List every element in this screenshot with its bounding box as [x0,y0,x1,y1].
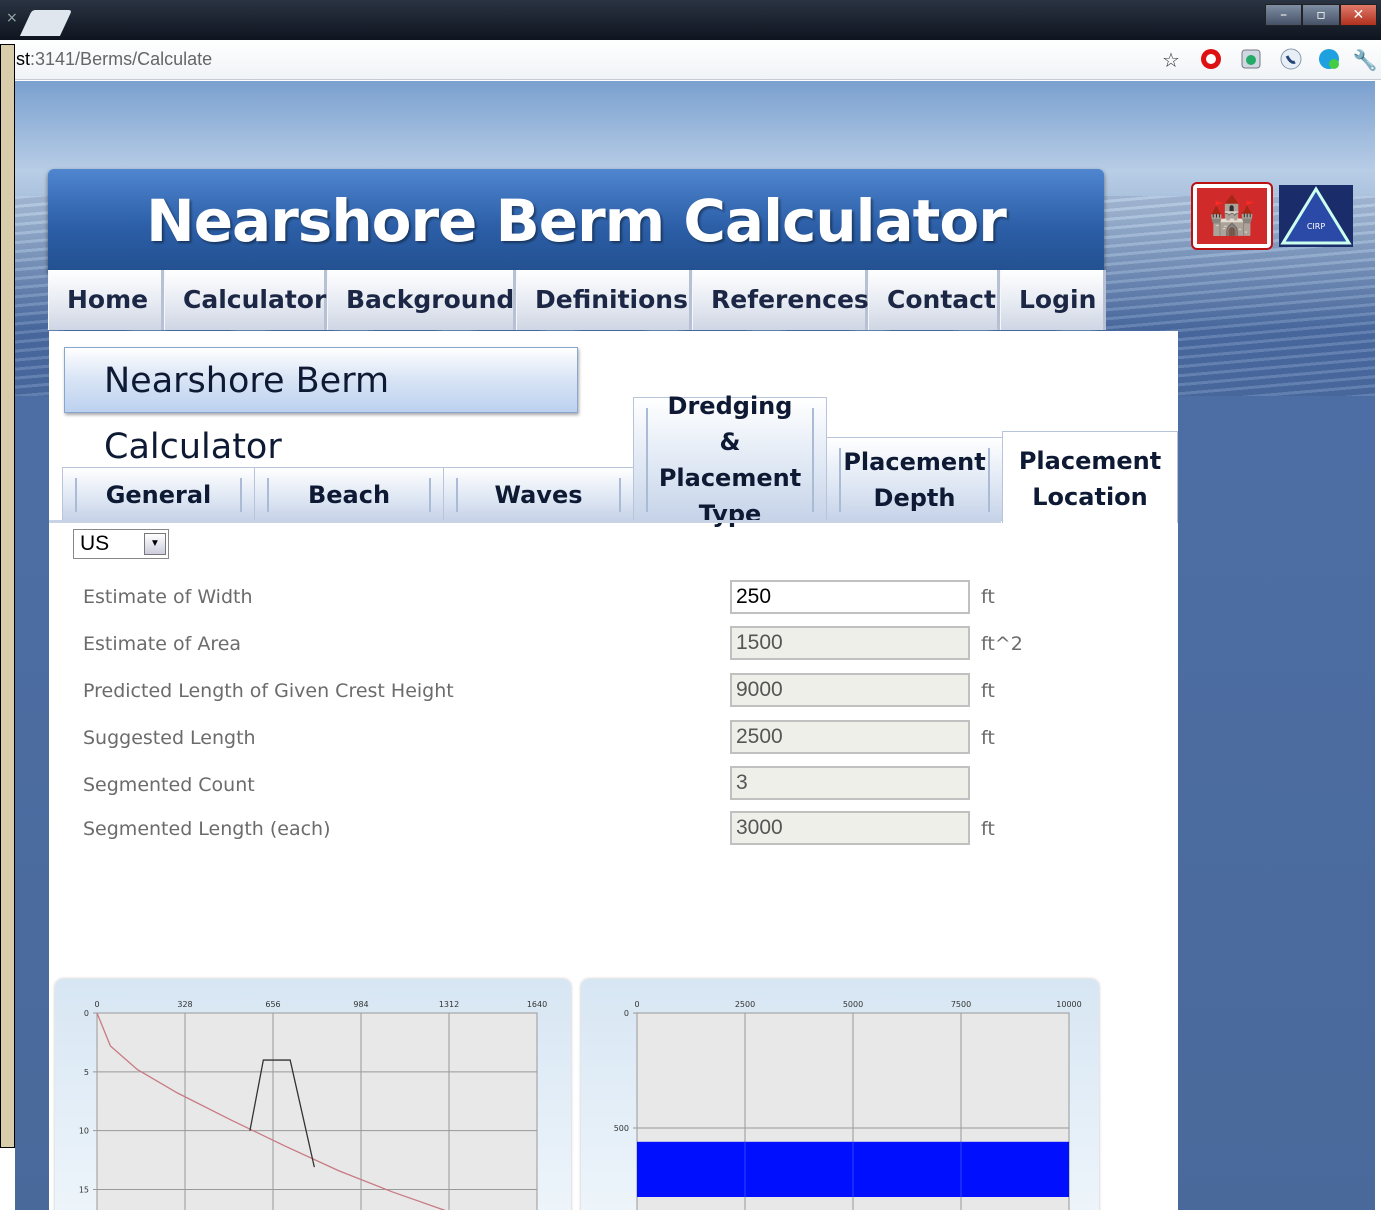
nav-contact[interactable]: Contact [868,270,1000,330]
x-tick-label: 0 [94,1000,99,1009]
browser-title-bar: × – ▫ ✕ [0,0,1381,40]
address-bar[interactable]: st:3141/Berms/Calculate ☆ 🔧 [0,40,1381,80]
tab-general[interactable]: General [62,467,255,521]
skype-icon[interactable] [1316,47,1342,73]
x-tick-label: 656 [265,1000,280,1009]
tab-beach-label: Beach [267,478,431,512]
tab-placement-depth-label: Placement Depth [839,448,990,512]
predicted-length-unit: ft [981,680,995,702]
url-path: :3141/Berms/Calculate [30,49,213,69]
x-tick-label: 5000 [843,1000,863,1009]
suggested-length-unit: ft [981,727,995,749]
y-tick-label: 500 [614,1124,629,1133]
window-controls: – ▫ ✕ [1265,4,1377,26]
tab-placement-depth[interactable]: Placement Depth [826,437,1003,521]
site-title: Nearshore Berm Calculator [146,187,1007,255]
url-text[interactable]: st:3141/Berms/Calculate [16,49,212,70]
segmented-length-unit: ft [981,818,995,840]
opera-icon[interactable] [1198,47,1224,73]
tab-waves-label: Waves [456,478,621,512]
nav-background[interactable]: Background [327,270,516,330]
area-input[interactable]: 1500 [730,626,970,660]
x-tick-label: 10000 [1056,1000,1081,1009]
profile-chart: 0 328 656 984 1312 1640 0 5 10 15 [79,1000,547,1210]
segmented-count-input[interactable]: 3 [730,766,970,800]
y-tick-label: 5 [84,1068,89,1077]
field-label-predicted-length: Predicted Length of Given Crest Height [83,680,454,702]
nav-login[interactable]: Login [1000,270,1106,330]
maximize-icon[interactable]: ▫ [1302,4,1340,26]
x-tick-label: 2500 [735,1000,755,1009]
tab-placement-location[interactable]: Placement Location [1002,431,1178,523]
area-unit: ft^2 [981,633,1023,655]
left-side-panel [0,44,15,1148]
field-label-segmented-length: Segmented Length (each) [83,818,331,840]
phone-icon[interactable] [1278,47,1304,73]
tab-placement-location-label: Placement Location [1018,446,1162,511]
chevron-down-icon[interactable]: ▼ [144,533,166,555]
unit-select-value: US [80,532,110,555]
tab-beach[interactable]: Beach [254,467,444,521]
close-tab-icon[interactable]: × [6,10,18,26]
plan-chart-frame: 02500500075001000005001000 [581,979,1099,1210]
x-tick-label: 1312 [439,1000,459,1009]
field-label-segmented-count: Segmented Count [83,774,255,796]
width-unit: ft [981,586,995,608]
tab-strip-divider [49,520,1001,523]
nav-home[interactable]: Home [48,270,164,330]
nav-references[interactable]: References [692,270,869,330]
segmented-length-input[interactable]: 3000 [730,811,970,845]
predicted-length-input[interactable]: 9000 [730,673,970,707]
y-tick-label: 0 [624,1009,629,1018]
x-tick-label: 328 [177,1000,192,1009]
profile-chart-frame: 0 328 656 984 1312 1640 0 5 10 15 [55,979,571,1210]
y-tick-label: 0 [84,1009,89,1018]
plot-area [96,1012,538,1210]
y-tick-label: 15 [79,1185,89,1194]
unit-select[interactable]: US ▼ [73,529,169,559]
extension-icon[interactable] [1238,47,1264,73]
field-label-suggested-length: Suggested Length [83,727,256,749]
castle-logo-icon[interactable]: 🏰 [1191,182,1273,250]
x-tick-label: 984 [353,1000,368,1009]
nav-definitions[interactable]: Definitions [516,270,692,330]
x-tick-label: 0 [634,1000,639,1009]
browser-tab[interactable] [19,10,73,36]
main-nav: Home Calculator Background Definitions R… [48,270,1106,330]
x-tick-label: 1640 [527,1000,547,1009]
suggested-length-input[interactable]: 2500 [730,720,970,754]
page-title: Nearshore Berm Calculator [64,347,578,467]
star-icon[interactable]: ☆ [1158,47,1184,73]
page-background: Nearshore Berm Calculator 🏰 CIRP Home Ca… [15,81,1375,1210]
cirp-logo-text: CIRP [1307,222,1326,231]
close-window-icon[interactable]: ✕ [1339,4,1377,26]
x-tick-label: 7500 [951,1000,971,1009]
nav-calculator[interactable]: Calculator [164,270,327,330]
field-label-width: Estimate of Width [83,586,253,608]
cirp-logo-icon[interactable]: CIRP [1279,185,1353,247]
tab-dredging-placement-type[interactable]: Dredging & Placement Type [633,392,827,528]
y-tick-label: 10 [79,1127,89,1136]
tab-waves[interactable]: Waves [443,467,634,521]
site-header: Nearshore Berm Calculator [48,169,1104,273]
url-prefix: st [16,49,31,69]
minimize-icon[interactable]: – [1265,4,1303,26]
field-label-area: Estimate of Area [83,633,242,655]
plan-chart: 02500500075001000005001000 [614,1000,1082,1210]
wrench-icon[interactable]: 🔧 [1352,47,1378,73]
width-input[interactable]: 250 [730,580,970,614]
tab-general-label: General [75,478,242,512]
tab-dredging-label: Dredging & Placement Type [646,392,814,528]
